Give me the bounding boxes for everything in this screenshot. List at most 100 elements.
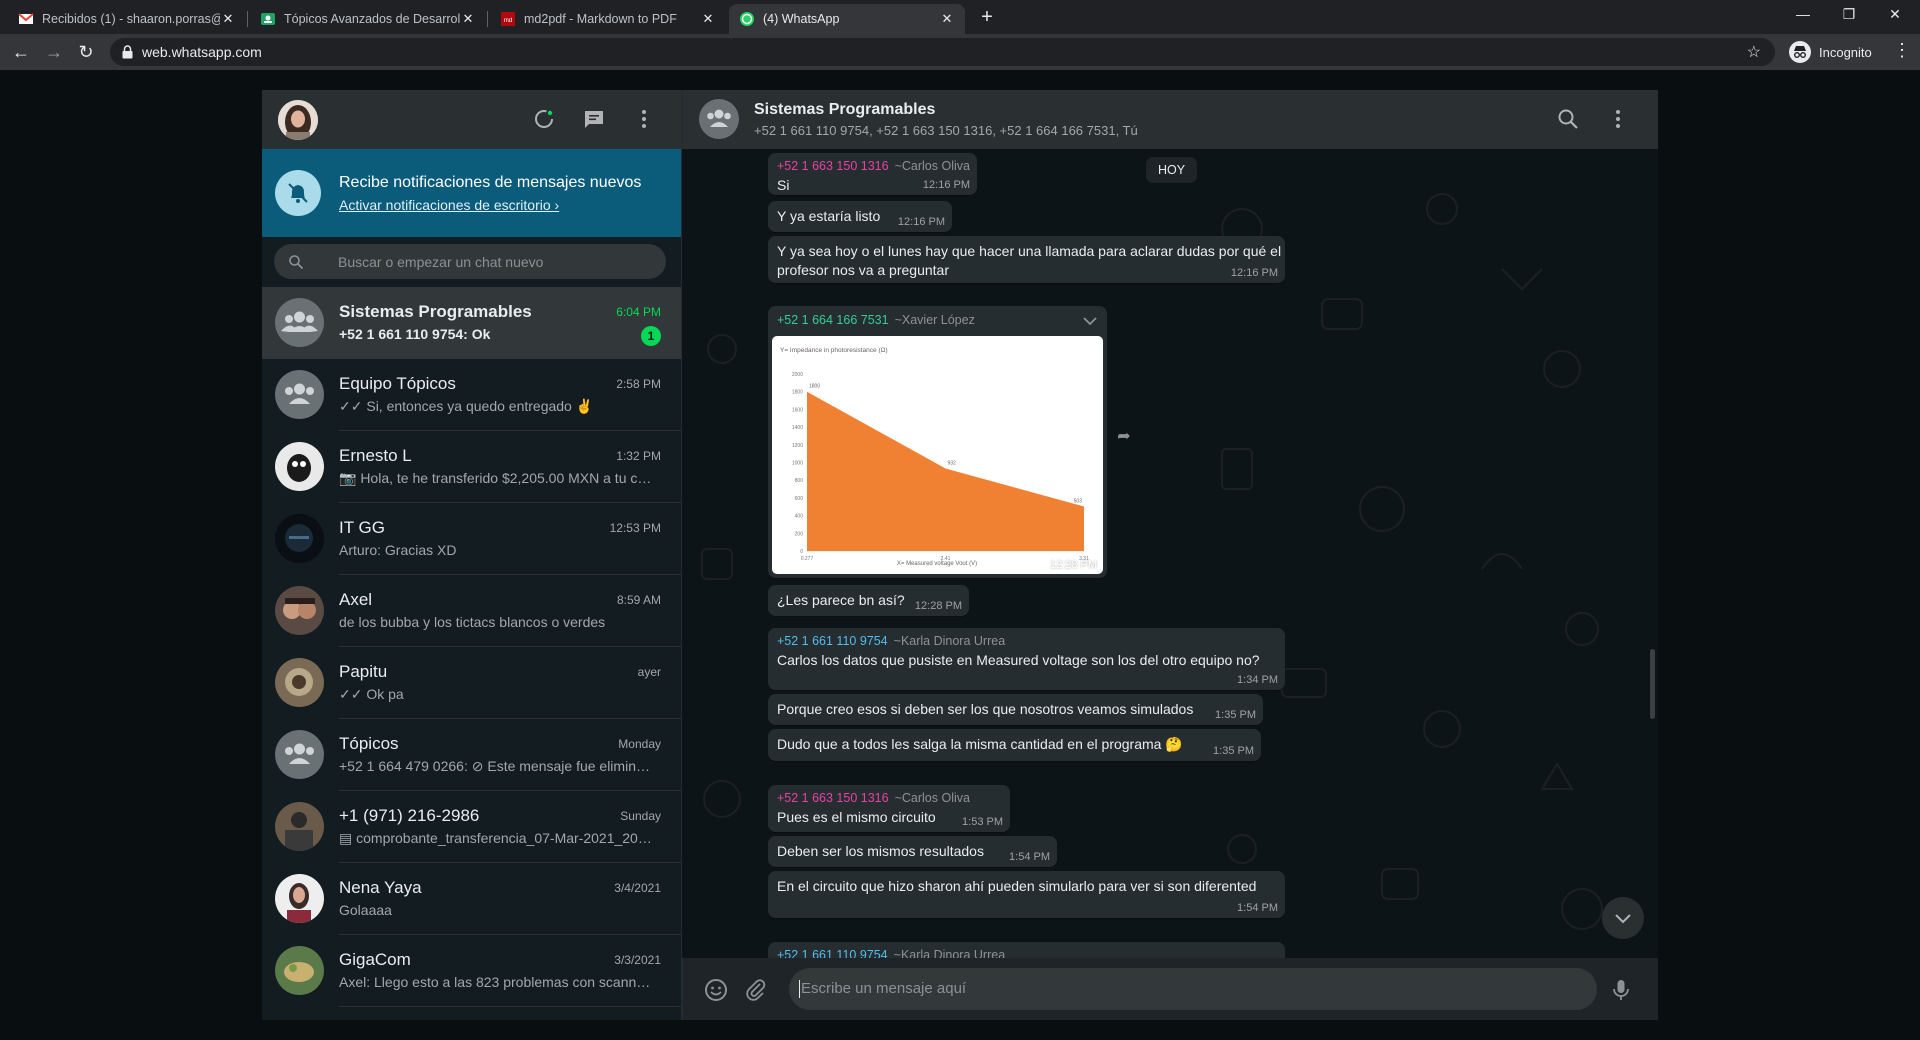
chat-item-sistemas-programables[interactable]: Sistemas Programables 6:04 PM +52 1 661 … (262, 287, 681, 359)
group-avatar-icon[interactable] (699, 99, 739, 139)
back-arrow-icon[interactable]: ← (9, 40, 33, 64)
status-icon[interactable] (532, 107, 556, 131)
date-chip: HOY (1146, 157, 1198, 183)
group-avatar-icon (275, 370, 324, 419)
message-text: Y ya sea hoy o el lunes hay que hacer un… (777, 243, 1282, 259)
classroom-icon (261, 13, 275, 25)
message-alias: ~Karla Dinora Urrea (893, 634, 1006, 648)
search-input[interactable]: Buscar o empezar un chat nuevo (274, 244, 666, 279)
conversation-title: Sistemas Programables (754, 101, 936, 118)
chat-item-ernesto-l[interactable]: Ernesto L 1:32 PM 📷 Hola, te he transfer… (262, 431, 681, 503)
emoji-icon[interactable] (703, 977, 729, 1003)
incognito-indicator[interactable]: Incognito (1789, 39, 1872, 65)
search-placeholder: Buscar o empezar un chat nuevo (338, 254, 544, 270)
image-message-bubble[interactable]: +52 1 664 166 7531 ~Xavier López Y= Imped… (768, 306, 1107, 578)
chat-item-papitu[interactable]: Papitu ayer ✓✓ Ok pa (262, 647, 681, 719)
contact-avatar (275, 802, 324, 851)
tab-title: (4) WhatsApp (763, 12, 840, 26)
message-input[interactable]: Escribe un mensaje aquí (789, 968, 1597, 1010)
search-icon (289, 255, 304, 270)
chat-item-gigacom[interactable]: GigaCom 3/3/2021 Axel: Llego esto a las … (262, 935, 681, 1007)
message-time: 1:35 PM (1215, 709, 1256, 721)
chat-item-axel[interactable]: Axel 8:59 AM de los bubba y los tictacs … (262, 575, 681, 647)
chart-image[interactable]: Y= Impedance in photoresistance (Ω) 0 200… (772, 336, 1103, 574)
tab-title: Recibidos (1) - shaaron.porras@t (42, 12, 220, 26)
message-time: 12:28 PM (1049, 559, 1097, 571)
chat-item-it-gg[interactable]: IT GG 12:53 PM Arturo: Gracias XD (262, 503, 681, 575)
browser-menu-icon[interactable]: ⋮ (1893, 40, 1911, 61)
message-author[interactable]: +52 1 663 150 1316 (777, 791, 889, 805)
message-bubble[interactable]: Porque creo esos si deben ser los que no… (768, 694, 1263, 725)
chat-item-phone-number[interactable]: +1 (971) 216-2986 Sunday ▤ comprobante_t… (262, 791, 681, 863)
group-avatar-icon (275, 730, 324, 779)
menu-dots-icon[interactable] (1606, 107, 1630, 131)
tab-close-icon[interactable]: ✕ (460, 11, 476, 27)
tab-close-icon[interactable]: ✕ (220, 11, 236, 27)
new-chat-icon[interactable] (582, 107, 606, 131)
chat-item-topicos[interactable]: Tópicos Monday +52 1 664 479 0266: ⊘ Est… (262, 719, 681, 791)
restore-icon[interactable]: ❐ (1826, 0, 1872, 30)
message-time: 1:54 PM (1009, 851, 1050, 863)
tab-close-icon[interactable]: ✕ (700, 11, 716, 27)
forward-arrow-icon[interactable]: → (42, 40, 66, 64)
scroll-down-button[interactable] (1602, 897, 1644, 939)
bookmark-star-icon[interactable]: ☆ (1747, 42, 1761, 62)
chat-item-equipo-topicos[interactable]: Equipo Tópicos 2:58 PM ✓✓ Si, entonces y… (262, 359, 681, 431)
search-icon[interactable] (1556, 107, 1580, 131)
message-list[interactable]: HOY +52 1 663 150 1316 ~Carlos Oliva Si 1… (682, 149, 1658, 958)
microphone-icon[interactable] (1608, 977, 1634, 1003)
bell-off-icon (275, 170, 321, 216)
enable-notifications-link[interactable]: Activar notificaciones de escritorio › (339, 197, 559, 213)
message-alias: ~Karla Dinora Urrea (893, 948, 1006, 958)
tab-whatsapp[interactable]: (4) WhatsApp ✕ (729, 4, 965, 34)
chart-xlabel: X= Measured voltage Vout (V) (897, 561, 977, 567)
menu-dots-icon[interactable] (632, 107, 656, 131)
gmail-icon (18, 13, 34, 24)
message-bubble[interactable]: ¿Les parece bn así? 12:28 PM (768, 585, 969, 616)
message-bubble[interactable]: +52 1 661 110 9754 ~Karla Dinora Urrea Ca… (768, 628, 1285, 690)
forward-icon[interactable]: ➦ (1113, 426, 1135, 448)
message-author[interactable]: +52 1 664 166 7531 (777, 313, 889, 327)
chat-preview: ✓✓ Ok pa (339, 686, 404, 702)
reload-icon[interactable]: ↻ (74, 40, 98, 64)
address-bar[interactable]: web.whatsapp.com ☆ (110, 38, 1775, 66)
message-time: 1:54 PM (1237, 902, 1278, 914)
message-alias: ~Xavier López (894, 313, 975, 327)
tab-classroom[interactable]: Tópicos Avanzados de Desarrollo ✕ (250, 4, 486, 34)
url-text: web.whatsapp.com (142, 44, 262, 60)
chat-item-nena-yaya[interactable]: Nena Yaya 3/4/2021 Golaaaa (262, 863, 681, 935)
conversation-header[interactable]: Sistemas Programables +52 1 661 110 9754… (682, 90, 1658, 149)
message-bubble[interactable]: Y ya estaría listo 12:16 PM (768, 201, 952, 232)
chat-time: 12:53 PM (609, 521, 661, 535)
area-series (807, 391, 1084, 551)
message-bubble[interactable]: En el circuito que hizo sharon ahí puede… (768, 871, 1285, 918)
area-chart: Y= Impedance in photoresistance (Ω) 0 200… (780, 347, 1089, 567)
scrollbar[interactable] (1650, 649, 1655, 719)
tab-close-icon[interactable]: ✕ (939, 11, 955, 27)
message-author[interactable]: +52 1 661 110 9754 (777, 634, 888, 648)
chart-ylabel: Y= Impedance in photoresistance (Ω) (780, 347, 888, 354)
y-tick-label: 1200 (792, 443, 803, 449)
message-bubble[interactable]: +52 1 663 150 1316 ~Carlos Oliva Pues es … (768, 785, 1010, 832)
notification-banner[interactable]: Recibe notificaciones de mensajes nuevos… (262, 149, 681, 237)
attach-icon[interactable] (743, 977, 769, 1003)
tab-gmail[interactable]: Recibidos (1) - shaaron.porras@t ✕ (8, 4, 246, 34)
chevron-down-icon[interactable] (1083, 316, 1097, 326)
message-time: 12:16 PM (897, 216, 945, 228)
message-author[interactable]: +52 1 663 150 1316 (777, 159, 889, 173)
incognito-label: Incognito (1819, 44, 1872, 60)
minimize-icon[interactable]: — (1780, 0, 1826, 30)
message-author[interactable]: +52 1 661 110 9754 (777, 948, 888, 958)
tab-md2pdf[interactable]: md md2pdf - Markdown to PDF ✕ (490, 4, 726, 34)
chevron-down-icon (1615, 914, 1631, 924)
message-bubble[interactable]: +52 1 663 150 1316 ~Carlos Oliva Si 12:16… (768, 153, 977, 195)
message-text-line2: profesor nos va a preguntar (777, 262, 949, 278)
message-bubble[interactable]: Deben ser los mismos resultados 1:54 PM (768, 836, 1057, 867)
message-bubble[interactable]: +52 1 661 110 9754 ~Karla Dinora Urrea (768, 942, 1285, 958)
close-window-icon[interactable]: ✕ (1872, 0, 1918, 30)
message-bubble[interactable]: Y ya sea hoy o el lunes hay que hacer un… (768, 236, 1285, 283)
contact-avatar (275, 514, 324, 563)
message-bubble[interactable]: Dudo que a todos les salga la misma cant… (768, 729, 1261, 761)
new-tab-button[interactable]: + (976, 6, 998, 28)
user-avatar[interactable] (278, 100, 318, 140)
